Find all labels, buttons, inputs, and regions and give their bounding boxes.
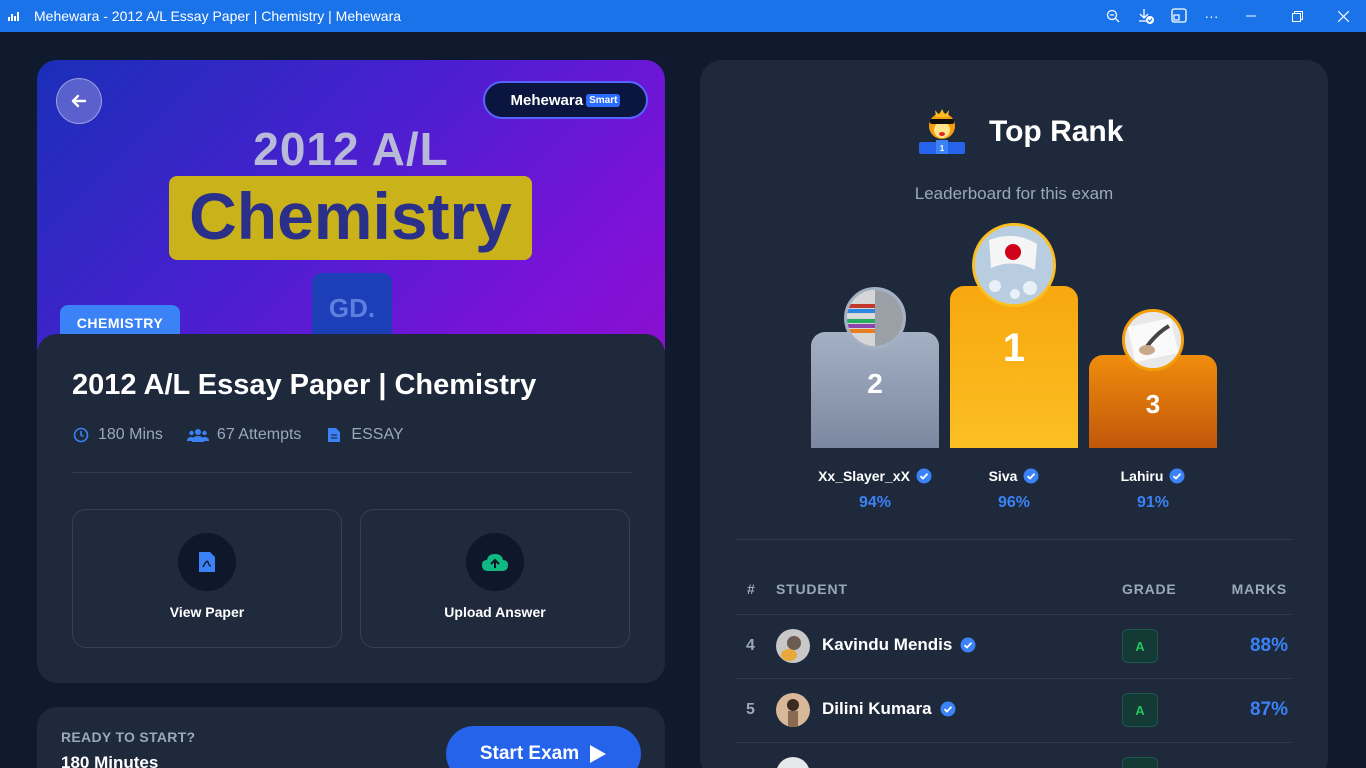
back-button[interactable] xyxy=(56,78,102,124)
duration-meta: 180 Mins xyxy=(72,426,163,444)
verified-icon xyxy=(1169,468,1185,484)
col-rank-header: # xyxy=(747,581,756,597)
student-name-text: Dilini Kumara xyxy=(822,699,932,718)
student-name: Kavindu Mendis xyxy=(822,635,976,655)
download-icon[interactable] xyxy=(1129,0,1162,32)
attempts-text: 67 Attempts xyxy=(216,426,302,443)
student-name-text: Kavindu Mendis xyxy=(822,635,953,654)
verified-icon xyxy=(960,637,976,653)
play-icon xyxy=(590,745,607,763)
paper-title: 2012 A/L Essay Paper | Chemistry xyxy=(72,369,537,401)
divider xyxy=(736,539,1292,540)
avatar xyxy=(776,693,810,727)
row-rank: 5 xyxy=(746,701,755,718)
restore-button[interactable] xyxy=(1274,0,1320,32)
brand-tag: Smart xyxy=(586,93,621,107)
col-grade-header: GRADE xyxy=(1122,581,1177,597)
exam-info-panel: 2012 A/L Essay Paper | Chemistry 180 Min… xyxy=(37,334,665,683)
col-student-header: STUDENT xyxy=(776,581,848,597)
verified-icon xyxy=(1023,468,1039,484)
banner-year: 2012 A/L xyxy=(253,123,449,175)
verified-icon xyxy=(916,468,932,484)
row-marks: 87% xyxy=(1249,699,1288,720)
minimize-button[interactable] xyxy=(1228,0,1274,32)
duration-text: 180 Mins xyxy=(98,426,163,443)
podium-first-percent: 96% xyxy=(997,494,1031,511)
more-icon[interactable]: ··· xyxy=(1195,0,1228,32)
ready-minutes: 180 Minutes xyxy=(61,753,159,768)
document-icon xyxy=(325,426,343,444)
start-exam-card: READY TO START? 180 Minutes Start Exam xyxy=(37,707,665,768)
upload-answer-label: Upload Answer xyxy=(444,604,546,620)
banner-subject: Chemistry xyxy=(169,176,532,260)
avatar xyxy=(776,757,810,768)
row-rank: 4 xyxy=(746,637,755,654)
student-name: Dilini Kumara xyxy=(822,699,956,719)
table-row-partial[interactable] xyxy=(700,743,1328,768)
arrow-left-icon xyxy=(71,94,87,108)
podium-third-name-text: Lahiru xyxy=(1120,468,1164,484)
avatar-second xyxy=(844,287,906,349)
banner-logo: GD. xyxy=(312,273,392,343)
verified-icon xyxy=(940,701,956,717)
users-icon xyxy=(186,426,209,444)
divider xyxy=(72,472,632,473)
leaderboard-card: 1 Top Rank Leaderboard for this exam 2 1… xyxy=(700,60,1328,768)
cloud-upload-icon xyxy=(466,533,524,591)
podium-third-rank: 3 xyxy=(1145,389,1161,419)
podium-second-rank: 2 xyxy=(867,368,883,399)
avatar xyxy=(776,629,810,663)
exam-card: Mehewara Smart 2012 A/L Chemistry GD. CH… xyxy=(37,60,665,683)
podium-first-name-text: Siva xyxy=(988,468,1018,484)
view-paper-button[interactable]: View Paper xyxy=(72,509,342,648)
podium-second-percent: 94% xyxy=(858,494,892,511)
podium-first-rank: 1 xyxy=(1002,326,1026,370)
exam-meta: 180 Mins 67 Attempts ESSAY xyxy=(72,426,428,444)
title-bar: Mehewara - 2012 A/L Essay Paper | Chemis… xyxy=(0,0,1366,32)
grade-badge-partial xyxy=(1122,757,1158,768)
podium-first: 1 xyxy=(950,286,1078,448)
attempts-meta: 67 Attempts xyxy=(186,426,302,444)
app-icon xyxy=(8,11,22,21)
podium-third-name: Lahiru xyxy=(1089,468,1217,484)
podium-second-name: Xx_Slayer_xX xyxy=(800,468,950,484)
row-marks: 88% xyxy=(1249,635,1288,656)
app-available-icon[interactable] xyxy=(1162,0,1195,32)
brand-logo: Mehewara Smart xyxy=(483,81,648,119)
col-marks-header: MARKS xyxy=(1231,581,1287,597)
type-meta: ESSAY xyxy=(325,426,404,444)
grade-badge: A xyxy=(1122,693,1158,727)
zoom-icon[interactable] xyxy=(1096,0,1129,32)
table-row[interactable]: 4 Kavindu Mendis A 88% xyxy=(700,615,1328,678)
table-row[interactable]: 5 Dilini Kumara A 87% xyxy=(700,679,1328,742)
pdf-icon xyxy=(178,533,236,591)
podium-second-name-text: Xx_Slayer_xX xyxy=(818,468,910,484)
upload-answer-button[interactable]: Upload Answer xyxy=(360,509,630,648)
clock-icon xyxy=(72,426,90,444)
avatar-third xyxy=(1122,309,1184,371)
brand-name: Mehewara xyxy=(510,91,584,109)
close-button[interactable] xyxy=(1320,0,1366,32)
podium-third-percent: 91% xyxy=(1136,494,1170,511)
type-text: ESSAY xyxy=(351,426,404,443)
ready-label: READY TO START? xyxy=(61,729,196,745)
avatar-first xyxy=(972,223,1056,307)
grade-badge: A xyxy=(1122,629,1158,663)
exam-banner: Mehewara Smart 2012 A/L Chemistry GD. CH… xyxy=(37,60,665,350)
start-exam-label: Start Exam xyxy=(479,743,580,764)
window-title: Mehewara - 2012 A/L Essay Paper | Chemis… xyxy=(34,8,402,24)
podium-first-name: Siva xyxy=(950,468,1078,484)
podium-second: 2 xyxy=(811,332,939,448)
view-paper-label: View Paper xyxy=(169,604,245,620)
start-exam-button[interactable]: Start Exam xyxy=(446,726,641,768)
